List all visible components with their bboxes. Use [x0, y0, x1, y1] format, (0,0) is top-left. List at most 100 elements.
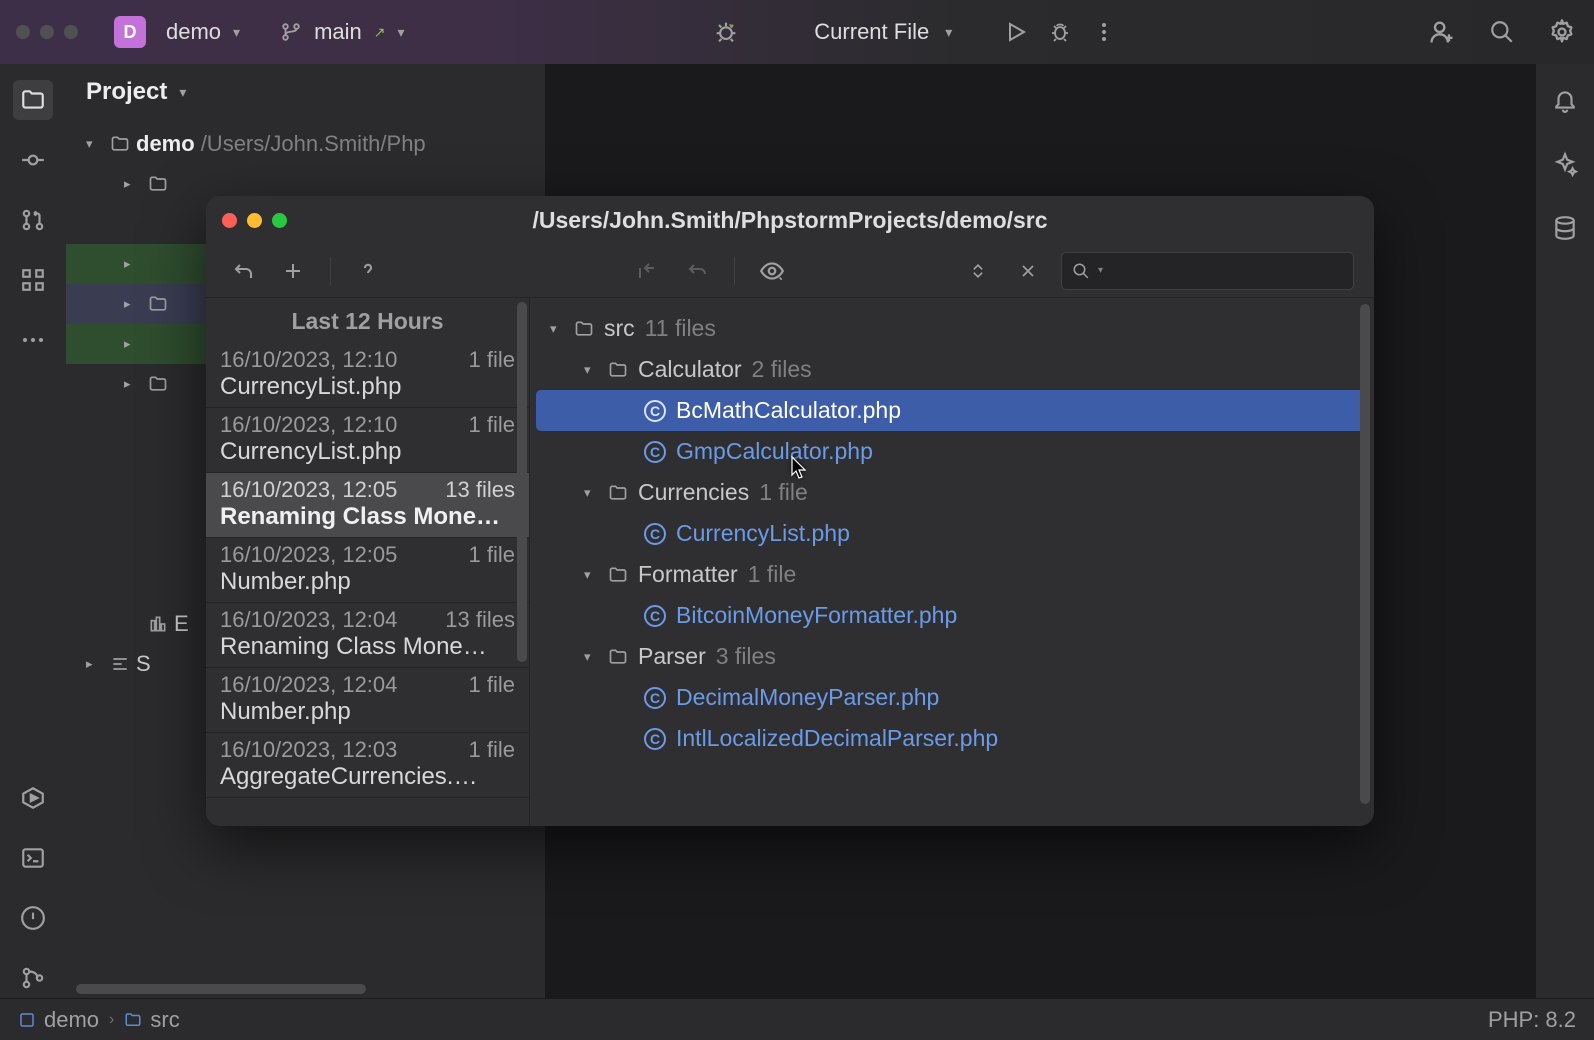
history-item[interactable]: 16/10/2023, 12:0513 files Renaming Class… — [206, 473, 529, 538]
expand-collapse-icon[interactable] — [961, 254, 995, 288]
php-version-label[interactable]: PHP: 8.2 — [1488, 1007, 1576, 1033]
minimize-window[interactable] — [40, 25, 54, 39]
history-item[interactable]: 16/10/2023, 12:041 file Number.php — [206, 668, 529, 733]
file-name: IntlLocalizedDecimalParser.php — [676, 725, 998, 752]
search-icon[interactable] — [1486, 16, 1518, 48]
bug-run-icon[interactable] — [710, 16, 742, 48]
commit-tool-icon[interactable] — [13, 140, 53, 180]
breadcrumb-item[interactable]: src — [124, 1007, 179, 1033]
file-row[interactable]: C DecimalMoneyParser.php — [536, 677, 1368, 718]
chevron-right-icon[interactable]: ▸ — [124, 376, 142, 392]
file-name: BcMathCalculator.php — [676, 397, 901, 424]
vcs-branch[interactable]: main ↗ ▾ — [280, 19, 404, 45]
prev-change-icon[interactable] — [630, 254, 664, 288]
settings-icon[interactable] — [1546, 16, 1578, 48]
vertical-scrollbar[interactable] — [1360, 304, 1370, 804]
chevron-down-icon[interactable]: ▾ — [179, 84, 186, 101]
dialog-search-box[interactable]: ▾ — [1061, 252, 1354, 290]
chevron-down-icon[interactable]: ▾ — [398, 24, 405, 41]
search-input[interactable] — [1111, 260, 1343, 281]
close-dialog[interactable] — [222, 213, 237, 228]
chevron-down-icon[interactable]: ▾ — [584, 567, 598, 583]
folder-row[interactable]: ▾ src 11 files — [536, 308, 1368, 349]
file-row[interactable]: C CurrencyList.php — [536, 513, 1368, 554]
more-icon[interactable] — [1088, 16, 1120, 48]
history-group-header: Last 12 Hours — [206, 298, 529, 343]
history-label: CurrencyList.php — [220, 373, 515, 401]
history-item[interactable]: 16/10/2023, 12:0413 files Renaming Class… — [206, 603, 529, 668]
project-panel-header[interactable]: Project ▾ — [66, 64, 545, 120]
folder-icon — [608, 565, 628, 585]
history-item[interactable]: 16/10/2023, 12:031 file AggregateCurrenc… — [206, 733, 529, 798]
problems-tool-icon[interactable] — [13, 898, 53, 938]
history-item[interactable]: 16/10/2023, 12:101 file CurrencyList.php — [206, 408, 529, 473]
view-mode-icon[interactable] — [755, 254, 789, 288]
structure-tool-icon[interactable] — [13, 260, 53, 300]
folder-row[interactable]: ▾ Calculator 2 files — [536, 349, 1368, 390]
history-count: 13 files — [445, 477, 515, 503]
breadcrumb-item[interactable]: demo — [18, 1007, 99, 1033]
database-icon[interactable] — [1545, 208, 1585, 248]
folder-row[interactable]: ▾ Currencies 1 file — [536, 472, 1368, 513]
breadcrumb-label: src — [150, 1007, 179, 1033]
file-name: GmpCalculator.php — [676, 438, 873, 465]
branch-icon — [280, 21, 302, 43]
project-panel-title: Project — [86, 78, 167, 106]
changed-files-tree: ▾ src 11 files ▾ Calculator 2 files C Bc… — [530, 298, 1374, 826]
history-item[interactable]: 16/10/2023, 12:051 file Number.php — [206, 538, 529, 603]
project-tool-icon[interactable] — [13, 80, 53, 120]
terminal-tool-icon[interactable] — [13, 838, 53, 878]
folder-row[interactable]: ▾ Formatter 1 file — [536, 554, 1368, 595]
minimize-dialog[interactable] — [247, 213, 262, 228]
history-count: 1 file — [469, 347, 515, 373]
pull-requests-icon[interactable] — [13, 200, 53, 240]
close-window[interactable] — [16, 25, 30, 39]
chevron-down-icon[interactable]: ▾ — [945, 24, 952, 41]
create-patch-icon[interactable] — [276, 254, 310, 288]
folder-row[interactable]: ▾ Parser 3 files — [536, 636, 1368, 677]
file-row[interactable]: C BitcoinMoneyFormatter.php — [536, 595, 1368, 636]
chevron-down-icon[interactable]: ▾ — [584, 362, 598, 378]
services-tool-icon[interactable] — [13, 778, 53, 818]
history-count: 1 file — [469, 542, 515, 568]
help-icon[interactable] — [351, 254, 385, 288]
chevron-right-icon[interactable]: ▸ — [124, 336, 142, 352]
file-count: 1 file — [748, 561, 797, 588]
close-panel-icon[interactable] — [1011, 254, 1045, 288]
file-name: DecimalMoneyParser.php — [676, 684, 939, 711]
add-user-icon[interactable] — [1426, 16, 1458, 48]
chevron-down-icon[interactable]: ▾ — [550, 321, 564, 337]
chevron-down-icon[interactable]: ▾ — [86, 136, 104, 152]
project-name[interactable]: demo — [166, 19, 221, 45]
history-count: 1 file — [469, 737, 515, 763]
chevron-right-icon[interactable]: ▸ — [124, 176, 142, 192]
file-row[interactable]: C BcMathCalculator.php — [536, 390, 1368, 431]
ai-assistant-icon[interactable] — [1545, 144, 1585, 184]
project-root[interactable]: ▾ demo /Users/John.Smith/Php — [66, 124, 545, 164]
maximize-dialog[interactable] — [272, 213, 287, 228]
left-tool-sidebar — [0, 64, 66, 998]
debug-icon[interactable] — [1044, 16, 1076, 48]
more-tools-icon[interactable] — [13, 320, 53, 360]
revert-icon[interactable] — [226, 254, 260, 288]
file-count: 1 file — [759, 479, 808, 506]
chevron-right-icon[interactable]: ▸ — [124, 296, 142, 312]
file-row[interactable]: C GmpCalculator.php — [536, 431, 1368, 472]
chevron-right-icon[interactable]: ▸ — [86, 656, 104, 672]
maximize-window[interactable] — [64, 25, 78, 39]
git-tool-icon[interactable] — [13, 958, 53, 998]
vertical-scrollbar[interactable] — [517, 302, 527, 662]
next-change-icon[interactable] — [680, 254, 714, 288]
window-controls — [16, 25, 78, 39]
chevron-right-icon[interactable]: ▸ — [124, 256, 142, 272]
file-row[interactable]: C IntlLocalizedDecimalParser.php — [536, 718, 1368, 759]
chevron-down-icon[interactable]: ▾ — [233, 24, 240, 41]
history-item[interactable]: 16/10/2023, 12:101 file CurrencyList.php — [206, 343, 529, 408]
chevron-down-icon[interactable]: ▾ — [584, 485, 598, 501]
run-config-label[interactable]: Current File — [814, 19, 929, 45]
chevron-down-icon[interactable]: ▾ — [584, 649, 598, 665]
notifications-icon[interactable] — [1545, 80, 1585, 120]
horizontal-scrollbar[interactable] — [76, 984, 366, 994]
run-icon[interactable] — [1000, 16, 1032, 48]
history-label: AggregateCurrencies.… — [220, 763, 515, 791]
